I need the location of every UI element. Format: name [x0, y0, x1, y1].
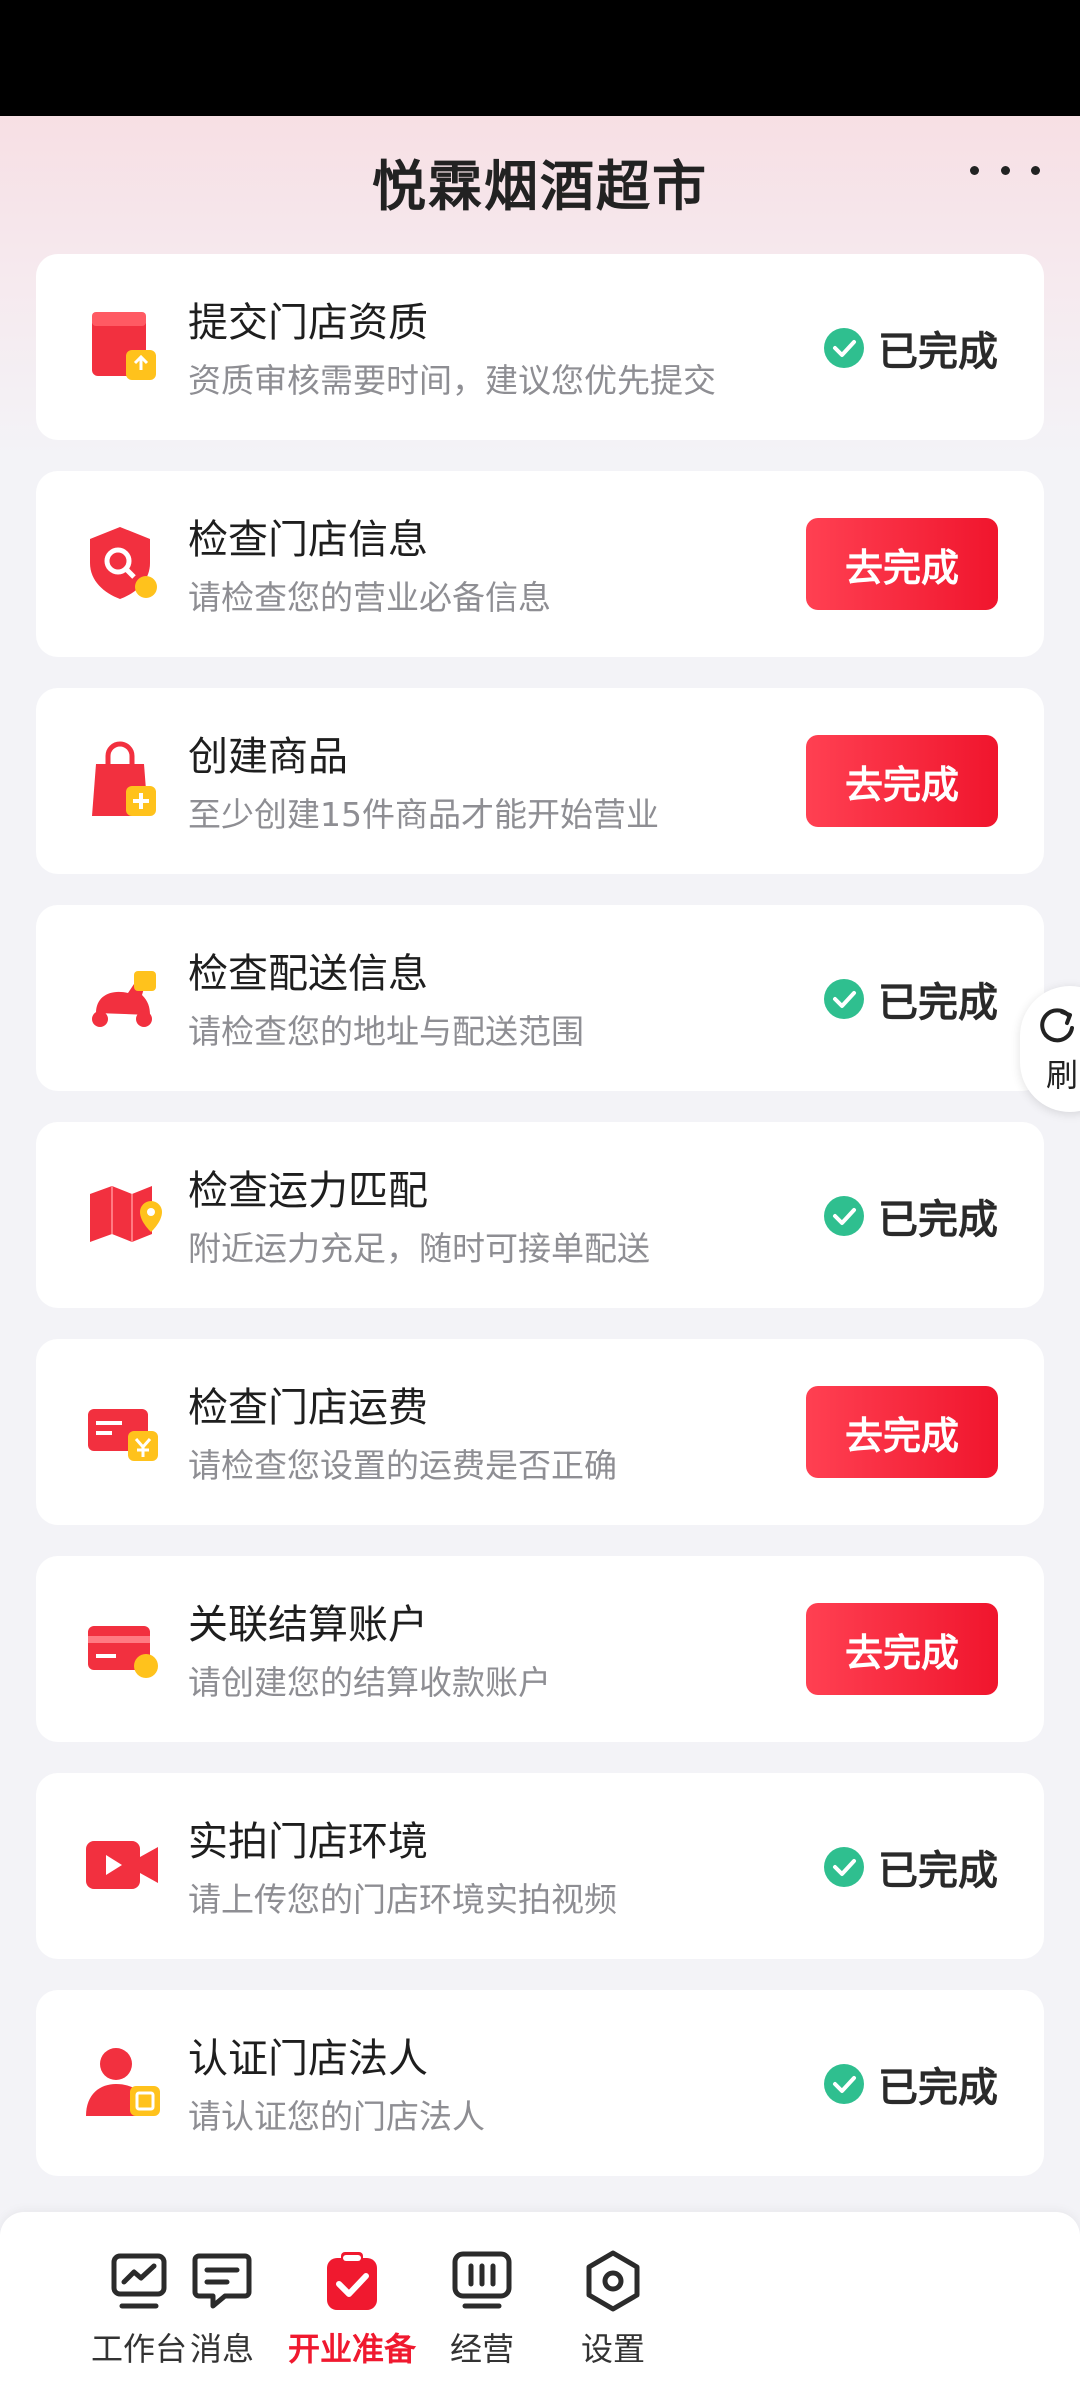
status-label: 已完成	[878, 1197, 998, 1243]
dot	[970, 165, 979, 175]
refresh-icon	[1040, 1008, 1074, 1043]
scooter-icon	[92, 971, 156, 1027]
task-card[interactable]: 检查配送信息 请检查您的地址与配送范围 已完成	[36, 905, 1044, 1091]
task-card[interactable]: 检查运力匹配 附近运力充足，随时可接单配送 已完成	[36, 1122, 1044, 1308]
go-complete-button[interactable]: 去完成	[806, 1603, 998, 1695]
task-card[interactable]: 实拍门店环境 请上传您的门店环境实拍视频 已完成	[36, 1773, 1044, 1959]
status-completed: 已完成	[824, 318, 998, 378]
tab-label: 经营	[449, 2330, 514, 2368]
status-label: 已完成	[878, 1848, 998, 1894]
status-completed: 已完成	[824, 1186, 998, 1246]
go-complete-button[interactable]: 去完成	[806, 1386, 998, 1478]
task-card[interactable]: 认证门店法人 请认证您的门店法人 已完成	[36, 1990, 1044, 2176]
clipboard-check-icon	[327, 2252, 377, 2310]
check-circle-icon	[824, 328, 864, 368]
tab-settings-hexagon[interactable]: 设置	[548, 2248, 678, 2370]
task-description: 请检查您的营业必备信息	[188, 578, 551, 617]
check-circle-icon	[824, 1196, 864, 1236]
go-complete-button[interactable]: 去完成	[806, 518, 998, 610]
task-description: 请认证您的门店法人	[188, 2097, 485, 2136]
task-card[interactable]: 创建商品 至少创建15件商品才能开始营业 去完成	[36, 688, 1044, 874]
refresh-label: 刷	[1046, 1056, 1079, 1094]
task-description: 请检查您的地址与配送范围	[188, 1012, 584, 1051]
status-label: 已完成	[878, 980, 998, 1026]
shield-search-icon	[90, 527, 157, 599]
task-title: 关联结算账户	[188, 1602, 428, 1648]
tab-message-bubble[interactable]: 消息	[157, 2248, 287, 2370]
status-label: 已完成	[878, 329, 998, 375]
task-title: 实拍门店环境	[188, 1819, 428, 1865]
task-card[interactable]: 检查门店运费 请检查您设置的运费是否正确 去完成	[36, 1339, 1044, 1525]
task-list: 提交门店资质 资质审核需要时间，建议您优先提交 已完成 检查门店信息 请检查您的…	[36, 254, 1044, 2207]
task-description: 资质审核需要时间，建议您优先提交	[188, 361, 716, 400]
status-label: 已完成	[878, 2065, 998, 2111]
task-card[interactable]: 提交门店资质 资质审核需要时间，建议您优先提交 已完成	[36, 254, 1044, 440]
message-bubble-icon	[192, 2253, 252, 2309]
check-circle-icon	[824, 2064, 864, 2104]
task-title: 检查运力匹配	[188, 1168, 428, 1214]
check-circle-icon	[824, 979, 864, 1019]
task-description: 附近运力充足，随时可接单配送	[188, 1229, 650, 1268]
yuan-card-icon	[88, 1409, 158, 1461]
tab-label: 消息	[189, 2330, 254, 2368]
task-description: 请上传您的门店环境实拍视频	[188, 1880, 617, 1919]
status-completed: 已完成	[824, 1837, 998, 1897]
shopping-bag-add-icon	[92, 741, 156, 816]
task-description: 请检查您设置的运费是否正确	[188, 1446, 617, 1485]
task-title: 提交门店资质	[188, 300, 428, 346]
dot	[1000, 165, 1010, 175]
task-title: 认证门店法人	[188, 2036, 428, 2082]
status-completed: 已完成	[824, 2054, 998, 2114]
map-pin-icon	[90, 1186, 162, 1242]
video-camera-icon	[86, 1841, 158, 1889]
task-title: 检查门店信息	[188, 517, 428, 563]
tab-label: 开业准备	[287, 2330, 416, 2368]
page-title: 悦霖烟酒超市	[372, 155, 708, 218]
task-description: 至少创建15件商品才能开始营业	[188, 795, 659, 834]
task-description: 请创建您的结算收款账户	[188, 1663, 551, 1702]
bottom-tab-bar: 工作台 消息 开业准备 经营 设置	[0, 2212, 1080, 2387]
bank-card-icon	[88, 1626, 158, 1678]
go-complete-button[interactable]: 去完成	[806, 735, 998, 827]
dot	[1031, 165, 1040, 175]
more-options-button[interactable]	[970, 150, 1040, 190]
monitor-bars-icon	[452, 2251, 512, 2309]
task-title: 创建商品	[188, 734, 348, 780]
person-id-icon	[86, 2048, 160, 2116]
check-circle-icon	[824, 1847, 864, 1887]
tab-label: 设置	[580, 2330, 645, 2368]
task-card[interactable]: 检查门店信息 请检查您的营业必备信息 去完成	[36, 471, 1044, 657]
tab-clipboard-check[interactable]: 开业准备	[287, 2248, 417, 2370]
task-title: 检查配送信息	[188, 951, 428, 997]
store-upload-icon	[92, 312, 156, 380]
task-card[interactable]: 关联结算账户 请创建您的结算收款账户 去完成	[36, 1556, 1044, 1742]
settings-hexagon-icon	[586, 2250, 640, 2312]
status-bar	[0, 0, 1080, 116]
status-completed: 已完成	[824, 969, 998, 1029]
tab-monitor-bars[interactable]: 经营	[417, 2248, 547, 2370]
task-title: 检查门店运费	[188, 1385, 428, 1431]
